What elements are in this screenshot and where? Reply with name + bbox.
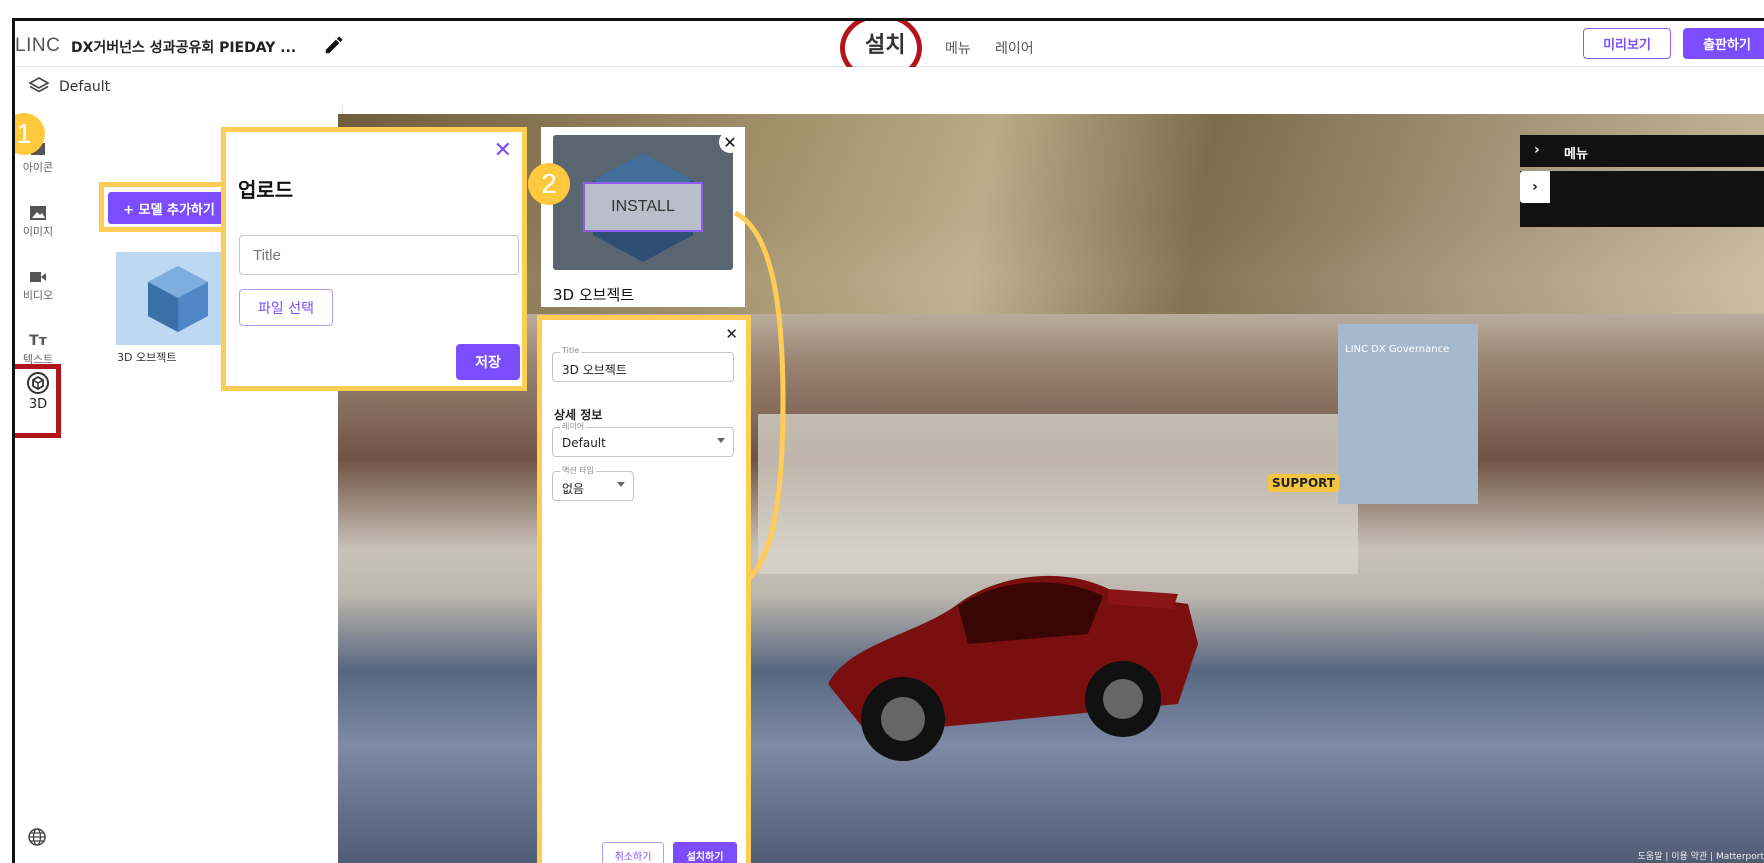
layer-select-value: Default (562, 436, 606, 450)
chevron-down-icon (717, 438, 725, 443)
action-type-value: 없음 (562, 482, 585, 496)
floating-menu-label: 메뉴 (1564, 147, 1588, 162)
install-overlay-button[interactable]: INSTALL (583, 182, 703, 232)
publish-button[interactable]: 출판하기 (1683, 28, 1764, 59)
rail-3d-callout (15, 364, 61, 438)
car-model[interactable] (808, 534, 1208, 774)
chevron-right-icon: › (1534, 142, 1540, 158)
viewport-footer: 도움말 | 이용 약관 | Matterport (1637, 852, 1764, 862)
pencil-icon[interactable] (323, 34, 345, 56)
globe-icon[interactable] (27, 827, 47, 847)
detail-title-label: Title (560, 346, 582, 355)
detail-title-value: 3D 오브젝트 (562, 363, 627, 377)
layer-select[interactable]: 레이어 Default (552, 421, 734, 457)
layers-icon (28, 77, 50, 95)
layer-bar: Default (15, 67, 1764, 105)
title-input[interactable] (240, 236, 518, 274)
app-logo: LINC (15, 35, 61, 56)
file-select-button[interactable]: 파일 선택 (239, 289, 333, 326)
rail-item-label: 아이콘 (22, 161, 54, 174)
current-layer[interactable]: Default (59, 79, 110, 95)
cancel-button[interactable]: 취소하기 (602, 842, 664, 863)
close-icon[interactable]: ✕ (494, 138, 512, 163)
detail-title-field[interactable]: Title 3D 오브젝트 (552, 346, 734, 382)
rail-item-image[interactable]: 이미지 (15, 205, 61, 239)
preview-button[interactable]: 미리보기 (1583, 28, 1671, 59)
image-icon (29, 205, 47, 221)
chevron-right-icon[interactable]: › (1520, 171, 1550, 203)
rail-item-label: 이미지 (22, 225, 54, 238)
tab-menu[interactable]: 메뉴 (945, 38, 971, 58)
add-model-button[interactable]: + 모델 추가하기 (108, 192, 230, 224)
support-sign: SUPPORT (1268, 474, 1340, 492)
top-header: LINC DX거버넌스 성과공유회 PIEDAY ... 설치 메뉴 레이어 미… (15, 21, 1764, 83)
chevron-down-icon (617, 482, 625, 487)
rail-item-video[interactable]: 비디오 (15, 269, 61, 303)
layer-select-label: 레이어 (560, 421, 587, 432)
step-badge-2: 2 (528, 163, 570, 205)
action-type-label: 액션 타입 (560, 465, 596, 476)
install-button[interactable]: 설치하기 (673, 842, 737, 863)
save-button[interactable]: 저장 (456, 344, 520, 380)
video-icon (29, 269, 47, 285)
tab-install[interactable]: 설치 (865, 27, 905, 59)
upload-dialog: ✕ 업로드 파일 선택 저장 (221, 127, 527, 391)
project-title: DX거버넌스 성과공유회 PIEDAY ... (71, 40, 297, 56)
object-detail-dialog: ✕ Title 3D 오브젝트 상세 정보 레이어 Default 액션 타입 … (537, 315, 751, 863)
tool-rail: 아이콘 이미지 비디오 Tт 텍스트 3D (15, 105, 61, 863)
tab-layer[interactable]: 레이어 (995, 38, 1034, 58)
rail-item-label: 비디오 (22, 289, 54, 302)
floating-menu-panel: › (1520, 171, 1764, 227)
title-field[interactable] (239, 235, 519, 275)
upload-heading: 업로드 (238, 178, 294, 202)
app-window: LINC DX거버넌스 성과공유회 PIEDAY ... 설치 메뉴 레이어 미… (12, 18, 1764, 863)
text-icon: Tт (29, 333, 47, 349)
install-card-label: 3D 오브젝트 (553, 286, 635, 304)
install-card[interactable]: INSTALL 3D 오브젝트 ✕ (541, 127, 745, 307)
viewport-screen-text: LINC DX Governance (1345, 344, 1450, 355)
model-thumbnail-label: 3D 오브젝트 (117, 351, 177, 364)
rail-item-text[interactable]: Tт 텍스트 (15, 333, 61, 367)
close-icon[interactable]: ✕ (725, 325, 738, 343)
close-icon[interactable]: ✕ (719, 131, 741, 153)
action-type-select[interactable]: 액션 타입 없음 (552, 465, 634, 501)
floating-menu[interactable]: › 메뉴 (1520, 135, 1764, 167)
